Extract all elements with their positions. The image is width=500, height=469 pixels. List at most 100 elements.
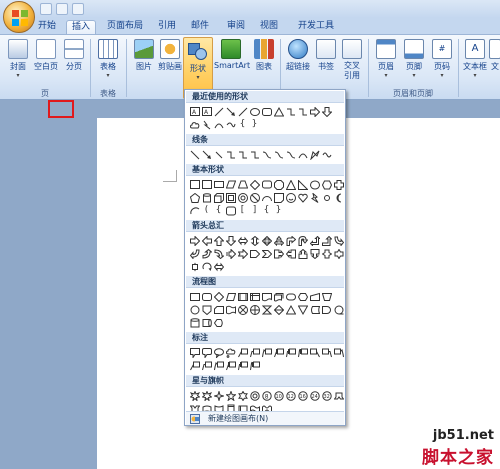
scribble-icon[interactable] <box>321 149 332 160</box>
left-brace-icon[interactable]: { <box>261 205 272 216</box>
four-point-star-icon[interactable] <box>213 390 224 401</box>
undo-icon[interactable] <box>56 3 68 15</box>
line-callout-10-icon[interactable] <box>189 360 200 371</box>
tab-insert[interactable]: 插入 <box>66 20 96 34</box>
decision-icon[interactable] <box>213 291 224 302</box>
vertical-textbox-basic-icon[interactable] <box>201 179 212 190</box>
line-callout-6-icon[interactable] <box>297 347 308 358</box>
left-block-arrow-icon[interactable] <box>201 235 212 246</box>
elbow-connector-icon[interactable] <box>225 149 236 160</box>
line-callout-2-icon[interactable] <box>249 347 260 358</box>
hexagon-icon[interactable] <box>321 179 332 190</box>
left-up-arrow-icon[interactable] <box>309 235 320 246</box>
oval-icon[interactable] <box>309 179 320 190</box>
no-symbol-icon[interactable] <box>249 192 260 203</box>
tab-mailings[interactable]: 邮件 <box>188 20 212 34</box>
or-icon[interactable] <box>249 304 260 315</box>
oval-shape-icon[interactable] <box>249 106 260 117</box>
ten-point-star-icon[interactable]: 10 <box>273 390 284 401</box>
text-box-button[interactable]: A 文本框 ▾ <box>460 39 490 79</box>
arrow-icon[interactable] <box>201 149 212 160</box>
six-point-star-icon[interactable] <box>237 390 248 401</box>
thirty-two-point-star-icon[interactable]: 32 <box>321 390 332 401</box>
line-callout-7-icon[interactable] <box>309 347 320 358</box>
hyperlink-button[interactable]: 超链接 <box>284 39 312 72</box>
card-icon[interactable] <box>213 304 224 315</box>
magnetic-disk-icon[interactable] <box>189 317 200 328</box>
rounded-rect-shape-icon[interactable] <box>261 106 272 117</box>
line-callout-15-icon[interactable] <box>249 360 260 371</box>
five-point-star-icon[interactable] <box>225 390 236 401</box>
line-callout-8-icon[interactable] <box>321 347 332 358</box>
curve-shape-icon[interactable] <box>213 119 224 130</box>
sixteen-point-star-icon[interactable]: 16 <box>297 390 308 401</box>
curved-up-arrow-icon[interactable] <box>201 248 212 259</box>
seven-point-star-icon[interactable] <box>249 390 260 401</box>
line-icon[interactable] <box>189 149 200 160</box>
left-right-arrow-icon[interactable] <box>237 235 248 246</box>
data-icon[interactable] <box>225 291 236 302</box>
bevel-icon[interactable] <box>225 192 236 203</box>
sequential-access-storage-icon[interactable] <box>333 304 344 315</box>
lightning-bolt-icon[interactable] <box>309 192 320 203</box>
up-arrow-callout-icon[interactable] <box>297 248 308 259</box>
curved-down-arrow-icon[interactable] <box>213 248 224 259</box>
page-break-button[interactable]: 分页 <box>60 39 88 72</box>
smiley-face-icon[interactable] <box>285 192 296 203</box>
terminator-icon[interactable] <box>285 291 296 302</box>
manual-input-icon[interactable] <box>309 291 320 302</box>
isosceles-triangle-icon[interactable] <box>285 179 296 190</box>
line-callout-1-icon[interactable] <box>237 347 248 358</box>
extract-icon[interactable] <box>285 304 296 315</box>
notched-right-arrow-icon[interactable] <box>237 248 248 259</box>
explosion-2-icon[interactable] <box>201 390 212 401</box>
double-bracket-icon[interactable]: ( <box>201 205 212 216</box>
tab-developer[interactable]: 开发工具 <box>292 20 340 34</box>
trapezoid-icon[interactable] <box>237 179 248 190</box>
tab-home[interactable]: 开始 <box>35 20 59 34</box>
curved-arrow-icon[interactable] <box>273 149 284 160</box>
cube-icon[interactable] <box>213 192 224 203</box>
cross-reference-button[interactable]: 交叉 引用 <box>338 39 366 81</box>
line-shape-icon[interactable] <box>213 106 224 117</box>
left-bracket-icon[interactable]: [ <box>237 205 248 216</box>
more-text-button[interactable]: 文 <box>488 39 500 72</box>
display-icon[interactable] <box>213 317 224 328</box>
stored-data-icon[interactable] <box>309 304 320 315</box>
right-bracket-icon[interactable]: ] <box>249 205 260 216</box>
curved-connector-icon[interactable] <box>261 149 272 160</box>
block-arc-icon[interactable] <box>261 192 272 203</box>
elbow-double-arrow-icon[interactable] <box>249 149 260 160</box>
office-button[interactable] <box>3 1 35 33</box>
tab-page-layout[interactable]: 页面布局 <box>101 20 149 34</box>
up-block-arrow-icon[interactable] <box>213 235 224 246</box>
triangle-shape-icon[interactable] <box>273 106 284 117</box>
curved-double-arrow-icon[interactable] <box>285 149 296 160</box>
pentagon-icon[interactable] <box>189 192 200 203</box>
internal-storage-icon[interactable] <box>249 291 260 302</box>
moon-icon[interactable] <box>333 192 344 203</box>
bent-arrow-icon[interactable] <box>285 235 296 246</box>
striped-right-arrow-icon[interactable] <box>225 248 236 259</box>
double-arrow-icon[interactable] <box>213 149 224 160</box>
left-right-up-arrow-icon[interactable] <box>273 235 284 246</box>
folded-corner-icon[interactable] <box>273 192 284 203</box>
tab-review[interactable]: 审阅 <box>224 20 248 34</box>
freeform-shape-icon[interactable] <box>225 119 236 130</box>
curve-icon[interactable] <box>297 149 308 160</box>
down-arrow-callout-icon[interactable] <box>309 248 320 259</box>
sort-icon[interactable] <box>273 304 284 315</box>
page-number-button[interactable]: # 页码 ▾ <box>428 39 456 79</box>
plaque-icon[interactable] <box>225 205 236 216</box>
blank-page-button[interactable]: 空白页 <box>32 39 60 72</box>
heart-icon[interactable] <box>297 192 308 203</box>
double-arrow-shape-icon[interactable] <box>237 106 248 117</box>
line-callout-14-icon[interactable] <box>237 360 248 371</box>
new-drawing-canvas-item[interactable]: 新建绘图画布(N) <box>186 411 344 425</box>
direct-access-storage-icon[interactable] <box>201 317 212 328</box>
preparation-icon[interactable] <box>297 291 308 302</box>
save-icon[interactable] <box>40 3 52 15</box>
rounded-rectangular-callout-icon[interactable] <box>201 347 212 358</box>
manual-operation-icon[interactable] <box>321 291 332 302</box>
multidocument-icon[interactable] <box>273 291 284 302</box>
